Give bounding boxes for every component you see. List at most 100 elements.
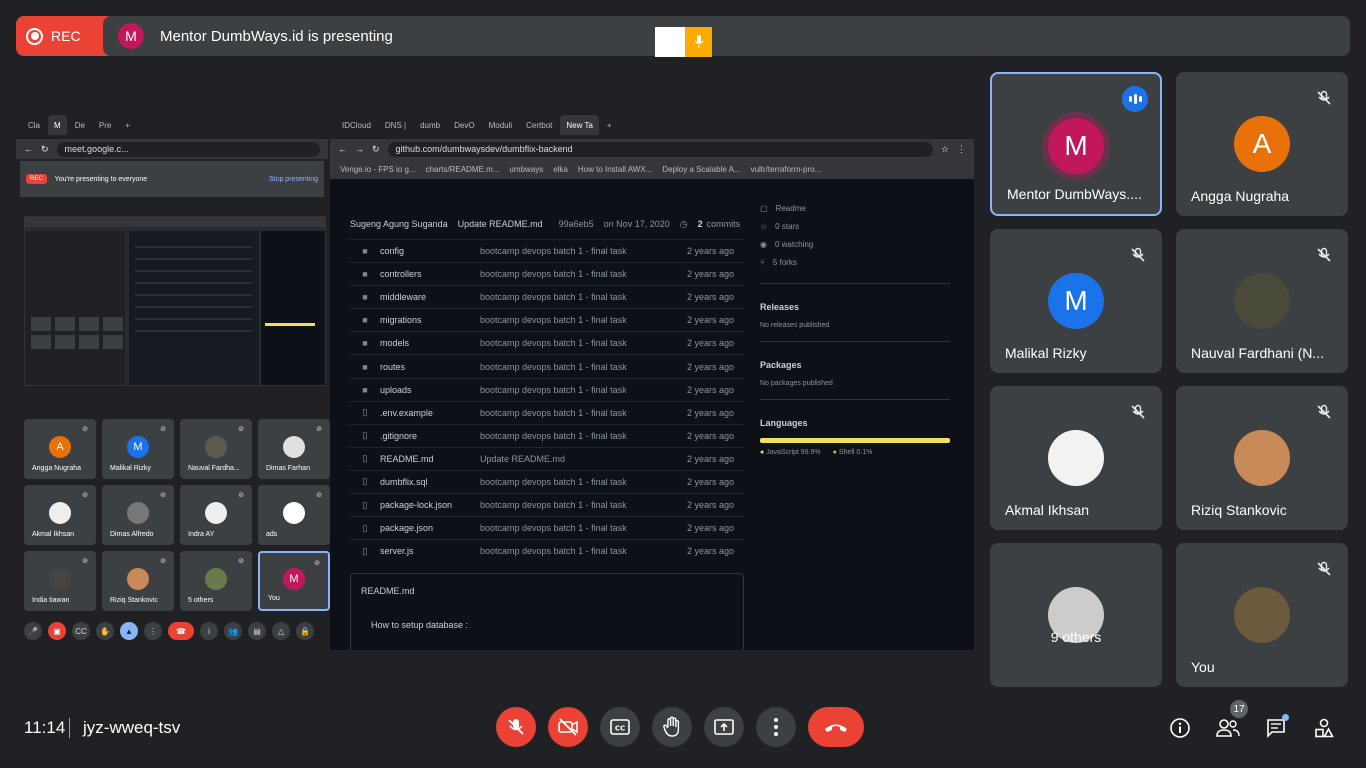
mini-participant-name: India tiawan	[32, 597, 70, 604]
participant-avatar	[1234, 430, 1290, 486]
file-commit-message: bootcamp devops batch 1 - final task	[480, 269, 627, 280]
presenting-text: Mentor DumbWays.id is presenting	[160, 28, 393, 45]
file-name: package-lock.json	[380, 500, 453, 511]
file-age: 2 years ago	[686, 500, 734, 511]
mini-avatar	[283, 502, 305, 524]
participant-tile[interactable]: M Malikal Rizky	[990, 229, 1162, 373]
mic-off-icon: ⊘	[160, 426, 166, 433]
mic-off-icon	[508, 719, 524, 735]
right-browser-tabs: IDCloud DNS | dumb DevO Moduli Certbot New Ta +	[330, 111, 974, 139]
presenter-avatar: M	[118, 23, 144, 49]
present-icon: ▲	[120, 622, 138, 640]
participant-tile[interactable]: Nauval Fardhani (N...	[1176, 229, 1348, 373]
file-commit-message: bootcamp devops batch 1 - final task	[480, 523, 627, 534]
mini-avatar: M	[127, 436, 149, 458]
mic-toggle-button[interactable]	[496, 707, 536, 747]
people-button[interactable]	[1214, 714, 1242, 742]
file-icon: ▯	[362, 453, 368, 464]
book-icon: ▢	[760, 203, 768, 213]
file-age: 2 years ago	[686, 453, 734, 464]
present-button[interactable]	[704, 707, 744, 747]
mic-off-icon: ⊘	[82, 558, 88, 565]
releases-title: Releases	[760, 302, 800, 312]
mini-avatar	[205, 436, 227, 458]
file-name: README.md	[380, 453, 434, 464]
folder-icon: ■	[362, 246, 368, 257]
activities-button[interactable]	[1310, 714, 1338, 742]
right-address-bar: ← → ↻ github.com/dumbwaysdev/dumbflix-ba…	[330, 139, 974, 159]
file-row: ■ migrations bootcamp devops batch 1 - fin…	[350, 308, 744, 331]
lang-js: ● JavaScript 99.9%	[760, 449, 821, 456]
participant-name: Riziq Stankovic	[1191, 502, 1287, 518]
mini-participant-tile: A Angga Nugraha ⊘	[24, 419, 96, 479]
mini-participant-name: ads	[266, 531, 278, 538]
camera-off-icon	[558, 718, 578, 736]
readme-title: README.md	[361, 586, 415, 596]
file-row: ▯ .env.example bootcamp devops batch 1 - f…	[350, 400, 744, 424]
divider	[69, 718, 70, 738]
participant-tile[interactable]: You	[1176, 543, 1348, 687]
present-screen-icon	[714, 719, 734, 735]
people-icon: 👥	[224, 622, 242, 640]
browser-tab: DevO	[454, 120, 475, 130]
file-commit-message: bootcamp devops batch 1 - final task	[480, 546, 627, 557]
forward-icon: →	[355, 144, 364, 154]
language-bar	[760, 438, 950, 443]
folder-icon: ■	[362, 315, 368, 326]
more-options-button[interactable]	[756, 707, 796, 747]
participant-avatar	[1234, 587, 1290, 643]
mini-avatar	[49, 502, 71, 524]
leave-call-button[interactable]	[808, 707, 864, 747]
file-row: ▯ README.md Update README.md 2 years ago	[350, 446, 744, 470]
raise-hand-button[interactable]	[652, 707, 692, 747]
browser-tab: De	[74, 120, 85, 130]
file-name: .gitignore	[380, 430, 418, 441]
mini-participant-name: Angga Nugraha	[32, 465, 82, 472]
mini-rec-badge: REC	[26, 174, 47, 184]
readme-link: ▢ Readme	[760, 199, 950, 217]
bookmark-item: vultr/terraform-pro...	[750, 164, 822, 174]
mini-participant-tile: Nauval Fardha... ⊘	[180, 419, 252, 479]
commit-hash: 99a6eb5	[558, 219, 594, 229]
browser-tab: New Ta	[560, 115, 599, 135]
mini-participant-tile: Dimas Farhan ⊘	[258, 419, 330, 479]
browser-tab: dumb	[420, 120, 441, 130]
recording-badge[interactable]: REC	[16, 16, 115, 56]
folder-icon: ■	[362, 384, 368, 395]
languages-title: Languages	[760, 418, 808, 428]
file-name: models	[380, 338, 410, 349]
participant-tile[interactable]: Riziq Stankovic	[1176, 386, 1348, 530]
participant-tile[interactable]: A Angga Nugraha	[1176, 72, 1348, 216]
meeting-details-button[interactable]	[1166, 714, 1194, 742]
mini-participant-tile: Indra AY ⊘	[180, 485, 252, 545]
file-commit-message: bootcamp devops batch 1 - final task	[480, 430, 627, 441]
bookmark-item: How to Install AWX...	[577, 164, 653, 174]
participant-tile[interactable]: M Mentor DumbWays....	[990, 72, 1162, 216]
file-age: 2 years ago	[686, 523, 734, 534]
mini-participant-name: 5 others	[188, 597, 214, 604]
fork-icon: ⑂	[760, 257, 765, 267]
back-icon: ←	[24, 144, 33, 154]
commit-author: Sugeng Agung Suganda	[350, 219, 448, 229]
people-icon	[1216, 719, 1240, 737]
camera-off-icon: ▣	[48, 622, 66, 640]
stop-presenting-link: Stop presenting	[268, 175, 318, 183]
reload-icon: ↻	[41, 143, 49, 154]
file-name: config	[380, 246, 405, 257]
captions-icon: CC	[610, 719, 630, 735]
participant-tile[interactable]: Akmal Ikhsan	[990, 386, 1162, 530]
captions-button[interactable]: CC	[600, 707, 640, 747]
camera-toggle-button[interactable]	[548, 707, 588, 747]
participant-tile[interactable]: 9 others	[990, 543, 1162, 687]
file-icon: ▯	[362, 476, 368, 487]
reload-icon: ↻	[372, 143, 380, 154]
commits-count: 2	[697, 219, 703, 229]
mini-avatar	[49, 568, 71, 590]
file-age: 2 years ago	[686, 269, 734, 280]
mic-off-icon	[1126, 400, 1150, 424]
file-row: ▯ dumbflix.sql bootcamp devops batch 1 - f…	[350, 469, 744, 493]
forks-label: 5 forks	[772, 257, 797, 267]
mini-participant-name: You	[268, 595, 280, 602]
file-commit-message: bootcamp devops batch 1 - final task	[480, 315, 627, 326]
file-commit-message: bootcamp devops batch 1 - final task	[480, 476, 627, 487]
